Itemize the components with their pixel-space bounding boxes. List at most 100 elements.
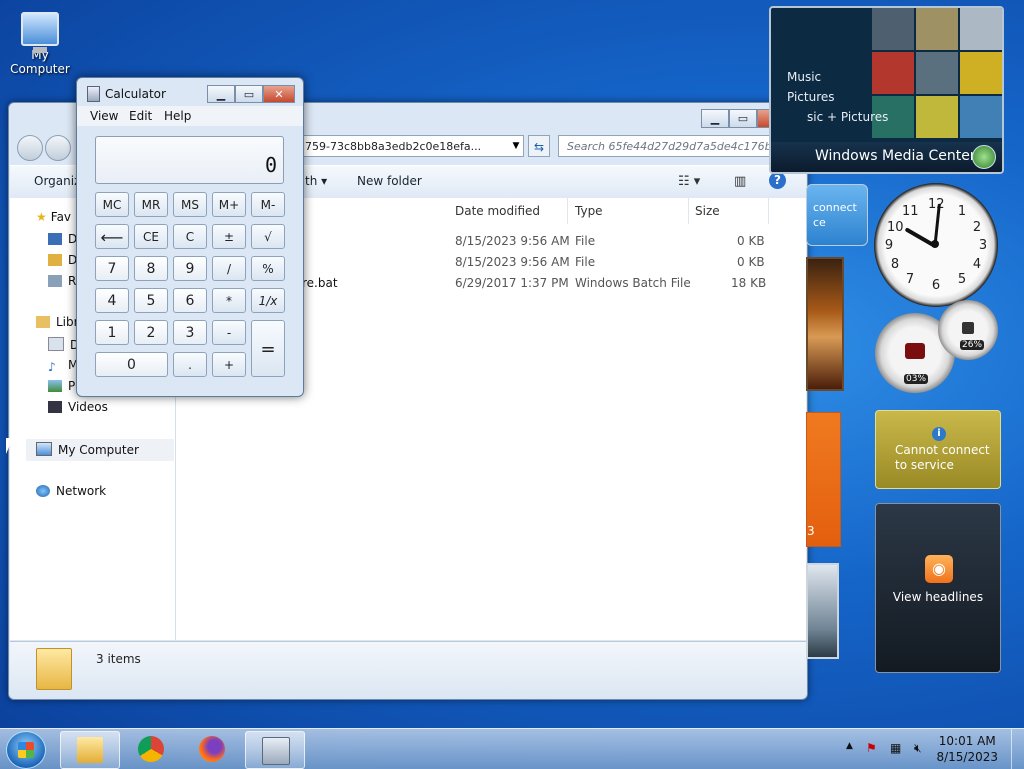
key-backspace[interactable]: ⟵ [95, 224, 129, 249]
preview-pane-icon[interactable]: ▥ [734, 174, 746, 189]
organize-button[interactable]: Organiz [34, 174, 80, 188]
windows-orb-icon [972, 145, 996, 169]
address-dropdown-icon[interactable]: ▼ [507, 135, 525, 157]
key-4[interactable]: 4 [95, 288, 129, 313]
nav-fav-recent[interactable]: R [48, 274, 76, 288]
start-button[interactable] [6, 731, 46, 769]
menu-view[interactable]: View [90, 109, 118, 123]
downloads-icon [48, 254, 62, 266]
taskbar-time: 10:01 AM [938, 734, 996, 748]
nav-lib-documents[interactable]: D [48, 337, 79, 352]
key-2[interactable]: 2 [134, 320, 168, 345]
key-9[interactable]: 9 [173, 256, 207, 281]
key-plus-minus[interactable]: ± [212, 224, 246, 249]
key-7[interactable]: 7 [95, 256, 129, 281]
key-equals[interactable]: = [251, 320, 285, 377]
column-date-modified[interactable]: Date modified [455, 204, 540, 218]
address-bar[interactable]: 5759-73c8bb8a3edb2c0e18efa... [279, 135, 524, 157]
key-ce[interactable]: CE [134, 224, 168, 249]
key-c[interactable]: C [173, 224, 207, 249]
minimize-button[interactable]: ▁ [701, 109, 729, 128]
key-divide[interactable]: / [212, 256, 246, 281]
taskbar-firefox[interactable] [183, 731, 241, 767]
view-headlines-link[interactable]: View headlines [876, 590, 1000, 604]
firefox-icon [199, 736, 225, 762]
key-percent[interactable]: % [251, 256, 285, 281]
key-ms[interactable]: MS [173, 192, 207, 217]
back-button[interactable] [17, 135, 43, 161]
key-mc[interactable]: MC [95, 192, 129, 217]
chrome-icon [138, 736, 164, 762]
info-icon: i [932, 427, 946, 441]
wmc-label: Windows Media Center [815, 148, 976, 164]
key-3[interactable]: 3 [173, 320, 207, 345]
key-mr[interactable]: MR [134, 192, 168, 217]
wmc-item-music[interactable]: Music [787, 70, 821, 84]
computer-icon [21, 12, 59, 53]
key-add[interactable]: + [212, 352, 246, 377]
nav-lib-pictures[interactable]: P [48, 379, 75, 393]
key-sqrt[interactable]: √ [251, 224, 285, 249]
key-decimal[interactable]: . [173, 352, 207, 377]
share-button[interactable]: th ▾ [305, 174, 327, 188]
feed-headlines-gadget[interactable]: ◉ View headlines [875, 503, 1001, 673]
network-tray-icon[interactable]: ▦ [890, 741, 901, 755]
recent-places-icon [48, 275, 62, 287]
taskbar: ▲ ⚑ ▦ 🔇︎ 10:01 AM 8/15/2023 [0, 728, 1024, 769]
key-5[interactable]: 5 [134, 288, 168, 313]
new-folder-button[interactable]: New folder [357, 174, 422, 188]
item-count: 3 items [96, 652, 141, 666]
taskbar-clock[interactable]: 10:01 AM 8/15/2023 [936, 733, 998, 765]
nav-lib-music[interactable]: ♪ M [48, 358, 78, 374]
refresh-button[interactable]: ⇆ [528, 135, 550, 157]
maximize-button[interactable]: ▭ [729, 109, 757, 128]
key-reciprocal[interactable]: 1/x [251, 288, 285, 313]
taskbar-calculator[interactable] [245, 731, 305, 769]
nav-network[interactable]: Network [36, 484, 106, 498]
key-subtract[interactable]: - [212, 320, 246, 345]
key-8[interactable]: 8 [134, 256, 168, 281]
wmc-item-music-pictures[interactable]: sic + Pictures [807, 110, 888, 124]
desktop-icon-my-computer[interactable]: My Computer [0, 8, 80, 76]
calc-minimize-button[interactable]: ▁ [207, 85, 235, 103]
volume-icon[interactable]: 🔇︎ [914, 741, 922, 756]
view-options-icon[interactable]: ☷ ▾ [678, 174, 700, 189]
wmc-item-pictures[interactable]: Pictures [787, 90, 835, 104]
taskbar-chrome[interactable] [122, 731, 180, 767]
nav-favorites[interactable]: ★ Fav [36, 210, 71, 224]
show-desktop-button[interactable] [1011, 729, 1024, 769]
share-label: th [305, 174, 318, 188]
key-6[interactable]: 6 [173, 288, 207, 313]
details-pane: 3 items [10, 641, 806, 698]
nav-fav-downloads[interactable]: D [48, 253, 77, 267]
nav-my-computer[interactable]: My Computer [26, 439, 174, 461]
photo-gadget[interactable] [806, 563, 839, 659]
column-size[interactable]: Size [695, 204, 720, 218]
action-center-icon[interactable]: ⚑ [866, 741, 877, 755]
key-m-plus[interactable]: M+ [212, 192, 246, 217]
search-input[interactable]: Search 65fe44d27d29d7a5de4c176bab... [558, 135, 798, 157]
slideshow-gadget[interactable] [806, 257, 844, 391]
column-type[interactable]: Type [575, 204, 603, 218]
menu-help[interactable]: Help [164, 109, 191, 123]
taskbar-explorer[interactable] [60, 731, 120, 769]
key-m-minus[interactable]: M- [251, 192, 285, 217]
media-center-gadget[interactable]: Music Pictures sic + Pictures Windows Me… [769, 6, 1004, 174]
show-hidden-icons-button[interactable]: ▲ [846, 741, 853, 751]
nav-libraries[interactable]: Libr [36, 315, 79, 329]
nav-buttons [17, 135, 73, 164]
weather-gadget[interactable]: connect ce [806, 184, 868, 246]
taskbar-date: 8/15/2023 [936, 750, 998, 764]
currency-gadget[interactable]: i Cannot connect to service [875, 410, 1001, 489]
key-multiply[interactable]: * [212, 288, 246, 313]
calc-maximize-button[interactable]: ▭ [235, 85, 263, 103]
forward-button[interactable] [45, 135, 71, 161]
calendar-gadget[interactable]: 3 [806, 412, 841, 547]
key-1[interactable]: 1 [95, 320, 129, 345]
menu-edit[interactable]: Edit [129, 109, 152, 123]
nav-fav-desktop[interactable]: D [48, 232, 77, 246]
nav-lib-videos[interactable]: Videos [48, 400, 108, 414]
calc-close-button[interactable]: ✕ [263, 85, 295, 103]
help-icon[interactable]: ? [769, 172, 786, 189]
key-0[interactable]: 0 [95, 352, 168, 377]
